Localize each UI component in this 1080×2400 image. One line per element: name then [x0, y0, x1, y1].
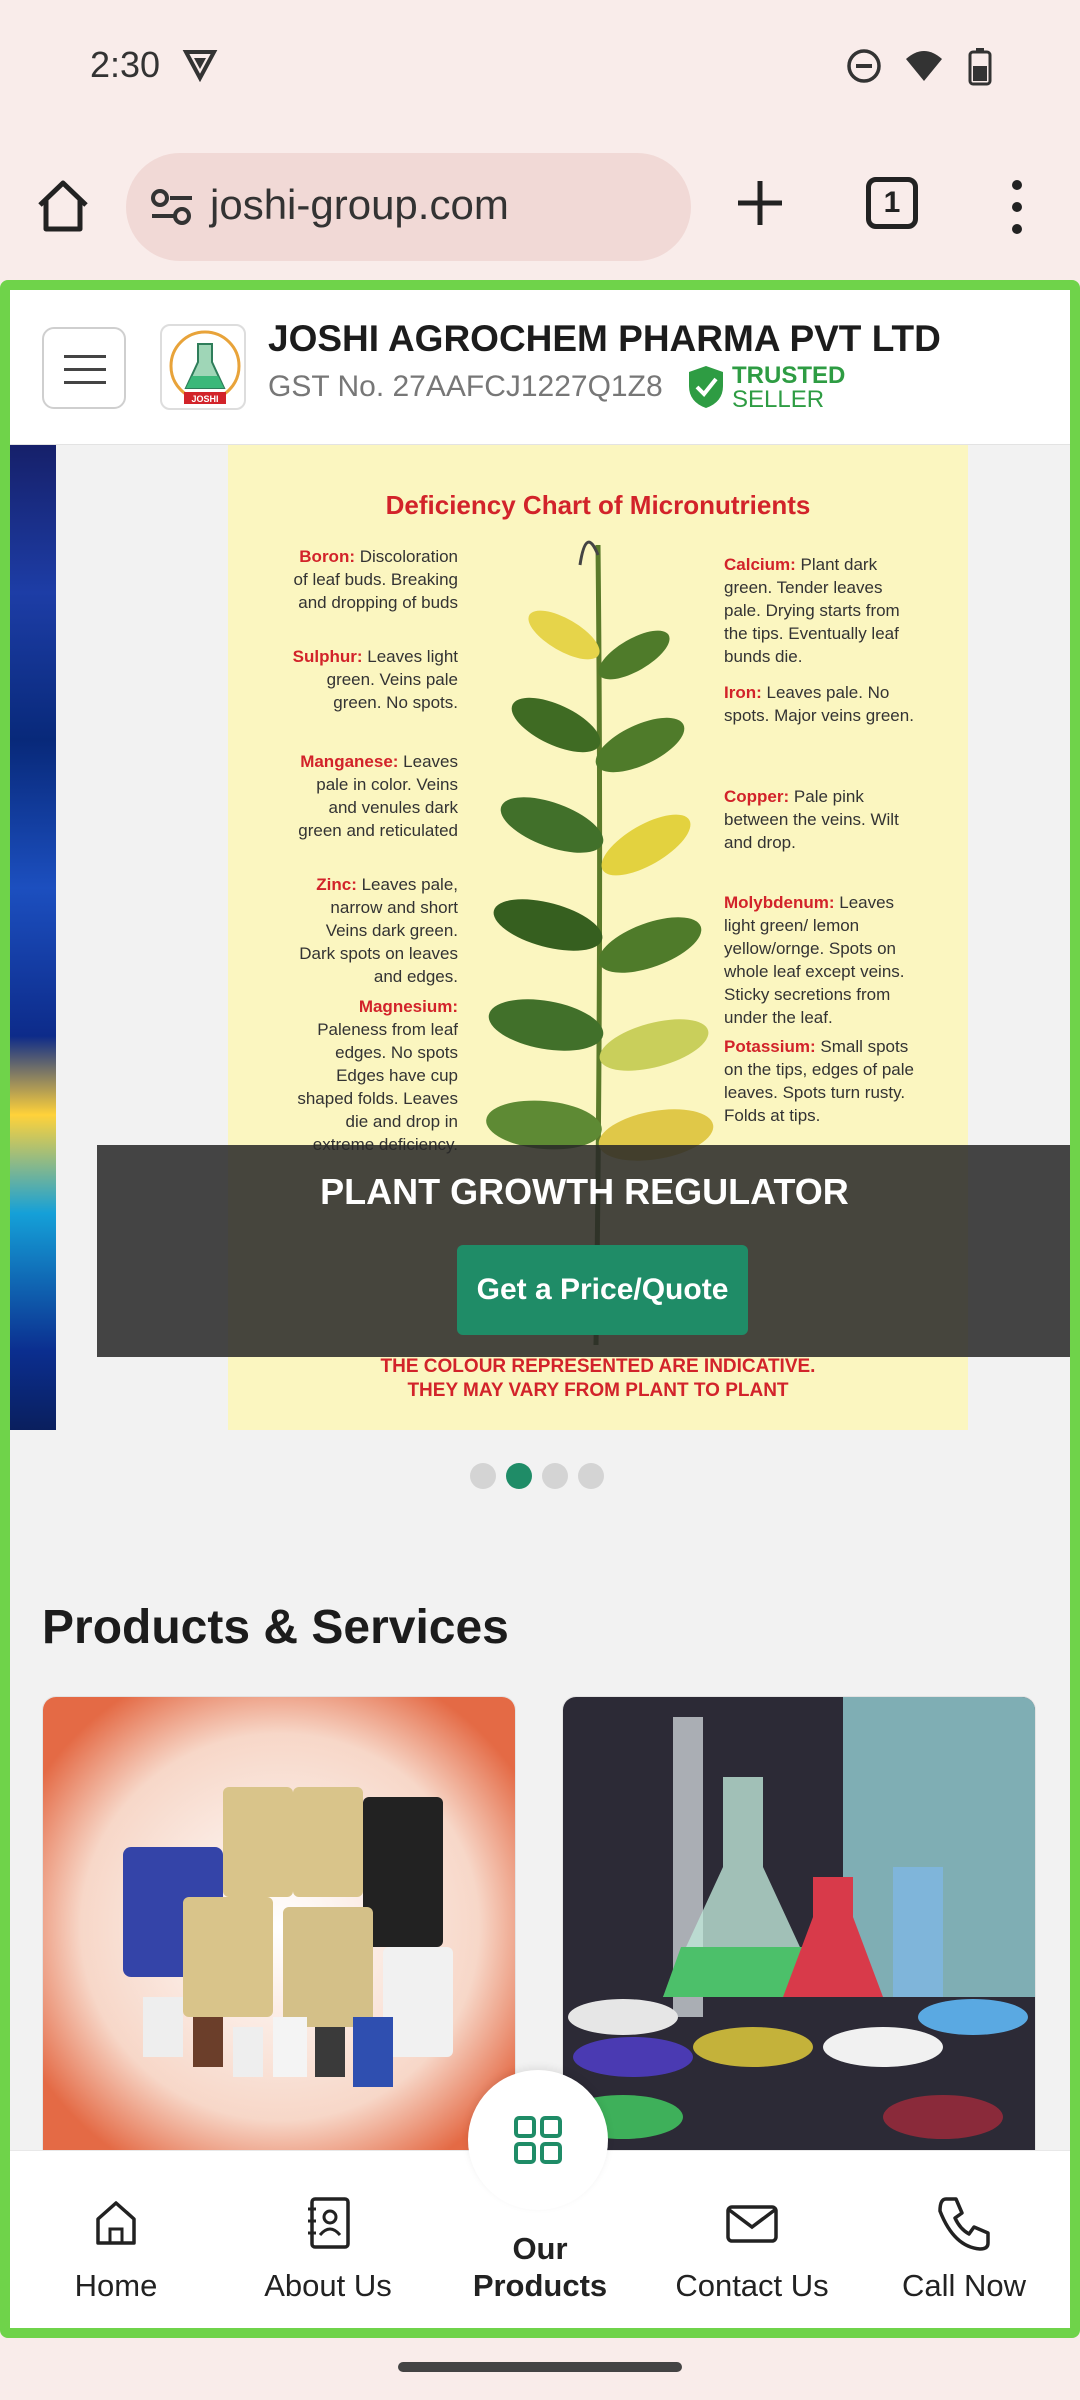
hero-carousel[interactable]: Deficiency Chart of Micronutrients Boron…: [10, 445, 1070, 1435]
carousel-dot[interactable]: [542, 1463, 568, 1489]
web-page: JOSHI JOSHI AGROCHEM PHARMA PVT LTD GST …: [0, 280, 1080, 2338]
company-logo[interactable]: JOSHI: [160, 324, 246, 410]
battery-icon: [966, 46, 996, 91]
note-copper: Copper: Pale pink between the veins. Wil…: [724, 787, 899, 852]
browser-toolbar: joshi-group.com 1: [0, 135, 1080, 280]
address-bar[interactable]: joshi-group.com: [126, 153, 691, 261]
gst-number: GST No. 27AAFCJ1227Q1Z8: [268, 370, 663, 403]
contact-book-icon: [296, 2191, 360, 2255]
tab-switcher-button[interactable]: 1: [866, 177, 918, 229]
new-tab-icon[interactable]: [730, 173, 790, 233]
vpn-badge-icon: [182, 48, 218, 87]
more-menu-icon[interactable]: [1004, 175, 1030, 239]
grid-icon: [514, 2116, 562, 2164]
trusted-seller-badge: TRUSTED SELLER: [686, 364, 866, 414]
note-manganese: Manganese: Leaves pale in color. Veins a…: [298, 752, 458, 840]
nav-products-label[interactable]: Our Products: [434, 2230, 646, 2304]
site-header: JOSHI JOSHI AGROCHEM PHARMA PVT LTD GST …: [10, 290, 1070, 445]
our-products-fab[interactable]: [468, 2070, 608, 2210]
trusted-label: TRUSTED: [732, 362, 846, 389]
get-quote-button[interactable]: Get a Price/Quote: [457, 1245, 748, 1335]
home-icon: [84, 2191, 148, 2255]
status-bar: 2:30: [0, 0, 1080, 135]
carousel-dot[interactable]: [470, 1463, 496, 1489]
note-potassium: Potassium: Small spots on the tips, edge…: [724, 1037, 914, 1125]
phone-icon: [932, 2191, 996, 2255]
nav-home[interactable]: Home: [10, 2151, 222, 2328]
note-magnesium: Magnesium: Paleness from leaf edges. No …: [297, 997, 458, 1154]
chart-title: Deficiency Chart of Micronutrients: [385, 490, 811, 520]
chart-footer: THE COLOUR REPRESENTED ARE INDICATIVE. T…: [380, 1356, 816, 1401]
site-settings-icon[interactable]: [150, 187, 194, 232]
seller-label: SELLER: [732, 386, 825, 413]
status-time: 2:30: [90, 44, 161, 85]
note-molybdenum: Molybdenum: Leaves light green/ lemon ye…: [724, 893, 905, 1027]
nav-contact[interactable]: Contact Us: [646, 2151, 858, 2328]
section-title: Products & Services: [42, 1601, 509, 1654]
carousel-dots: [470, 1463, 604, 1489]
nav-home-label: Home: [74, 2268, 158, 2303]
gesture-handle[interactable]: [398, 2362, 682, 2372]
shield-check-icon: [686, 364, 726, 415]
home-icon[interactable]: [32, 175, 94, 237]
slide-caption-overlay: PLANT GROWTH REGULATOR Get a Price/Quote: [97, 1145, 1070, 1357]
slide-title: PLANT GROWTH REGULATOR: [320, 1171, 849, 1212]
nav-call-label: Call Now: [901, 2268, 1027, 2303]
url-text: joshi-group.com: [210, 181, 509, 228]
dnd-icon: [846, 48, 882, 89]
nav-about-label: About Us: [264, 2268, 392, 2303]
mail-icon: [720, 2191, 784, 2255]
carousel-dot[interactable]: [578, 1463, 604, 1489]
previous-slide-image: [10, 445, 56, 1430]
company-name[interactable]: JOSHI AGROCHEM PHARMA PVT LTD: [268, 318, 941, 360]
note-sulphur: Sulphur: Leaves light green. Veins pale …: [292, 647, 458, 712]
note-iron: Iron: Leaves pale. No spots. Major veins…: [724, 683, 914, 725]
nav-about[interactable]: About Us: [222, 2151, 434, 2328]
logo-text: JOSHI: [191, 394, 218, 404]
chemical-drums-image: [43, 1697, 515, 2157]
carousel-dot-active[interactable]: [506, 1463, 532, 1489]
note-calcium: Calcium: Plant dark green. Tender leaves…: [724, 555, 900, 666]
lab-glassware-image: [563, 1697, 1035, 2157]
note-boron: Boron: Discoloration of leaf buds. Break…: [293, 547, 458, 612]
nav-call[interactable]: Call Now: [858, 2151, 1070, 2328]
wifi-icon: [904, 49, 944, 88]
note-zinc: Zinc: Leaves pale, narrow and short Vein…: [299, 875, 458, 986]
hamburger-menu-icon[interactable]: [42, 327, 126, 409]
nav-contact-label: Contact Us: [675, 2268, 829, 2303]
